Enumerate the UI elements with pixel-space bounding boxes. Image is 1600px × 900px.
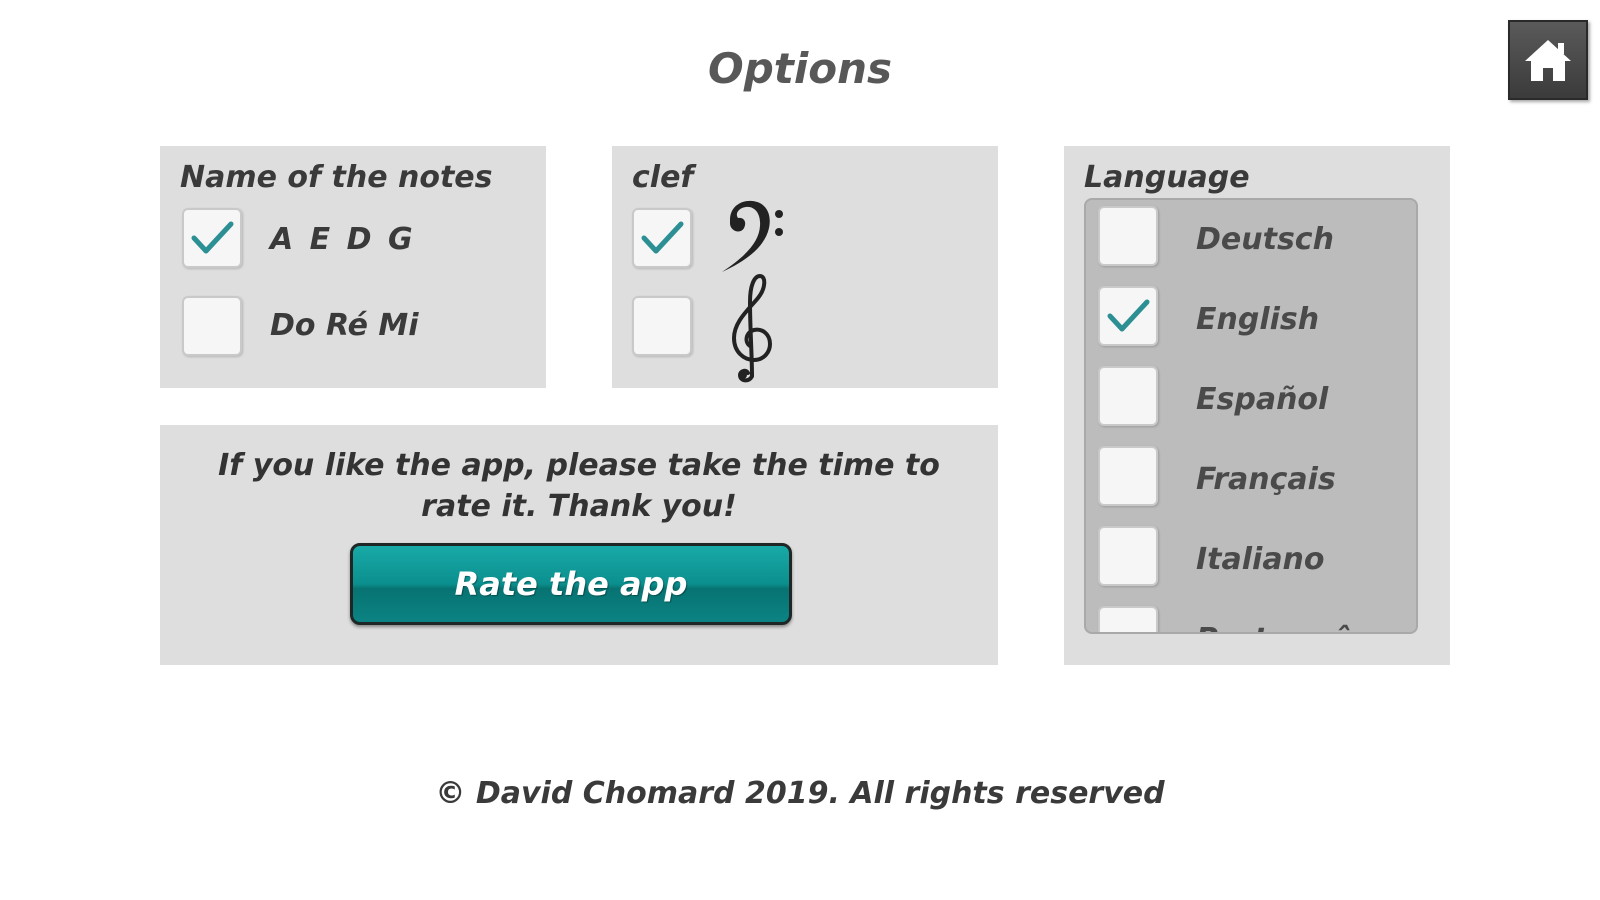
language-deutsch-label: Deutsch — [1196, 222, 1334, 257]
checkmark-icon — [191, 221, 234, 254]
language-list[interactable]: Deutsch English Español Français Italian… — [1084, 198, 1418, 634]
language-italiano-label: Italiano — [1196, 542, 1325, 577]
language-espanol-label: Español — [1196, 382, 1329, 417]
treble-clef-checkbox[interactable] — [632, 296, 692, 356]
rate-panel: If you like the app, please take the tim… — [160, 425, 998, 665]
notes-aedg-checkbox[interactable] — [182, 208, 242, 268]
notes-aedg-label: A E D G — [270, 222, 416, 257]
language-francais-label: Français — [1196, 462, 1336, 497]
language-english-checkbox[interactable] — [1098, 286, 1158, 346]
treble-clef-icon — [731, 273, 773, 383]
language-item-francais[interactable]: Français — [1086, 444, 1416, 522]
rate-app-button-label: Rate the app — [454, 565, 688, 603]
language-panel: Language Deutsch English Español Françai… — [1064, 146, 1450, 665]
notes-doremi-label: Do Ré Mi — [270, 308, 419, 343]
language-portugues-label: Português — [1196, 622, 1370, 632]
notes-doremi-checkbox[interactable] — [182, 296, 242, 356]
notes-name-label: Name of the notes — [180, 160, 493, 195]
clef-label: clef — [632, 160, 694, 195]
language-portugues-checkbox[interactable] — [1098, 606, 1158, 632]
language-item-english[interactable]: English — [1086, 284, 1416, 362]
language-item-espanol[interactable]: Español — [1086, 364, 1416, 442]
language-item-italiano[interactable]: Italiano — [1086, 524, 1416, 602]
language-item-portugues[interactable]: Português — [1086, 604, 1416, 632]
home-icon — [1525, 40, 1571, 81]
language-item-deutsch[interactable]: Deutsch — [1086, 204, 1416, 282]
rate-app-button[interactable]: Rate the app — [350, 543, 792, 625]
home-button[interactable] — [1508, 20, 1588, 100]
notes-name-panel: Name of the notes A E D G Do Ré Mi — [160, 146, 546, 388]
language-english-label: English — [1196, 302, 1320, 337]
copyright-footer: © David Chomard 2019. All rights reserve… — [435, 776, 1165, 811]
clef-panel: clef — [612, 146, 998, 388]
language-espanol-checkbox[interactable] — [1098, 366, 1158, 426]
bass-clef-checkbox[interactable] — [632, 208, 692, 268]
language-label: Language — [1084, 160, 1250, 195]
bass-clef-icon — [722, 200, 783, 272]
language-francais-checkbox[interactable] — [1098, 446, 1158, 506]
checkmark-icon — [641, 221, 684, 254]
rate-message: If you like the app, please take the tim… — [218, 448, 940, 524]
page-title: Options — [708, 44, 892, 93]
language-deutsch-checkbox[interactable] — [1098, 206, 1158, 266]
language-italiano-checkbox[interactable] — [1098, 526, 1158, 586]
checkmark-icon — [1107, 299, 1150, 332]
